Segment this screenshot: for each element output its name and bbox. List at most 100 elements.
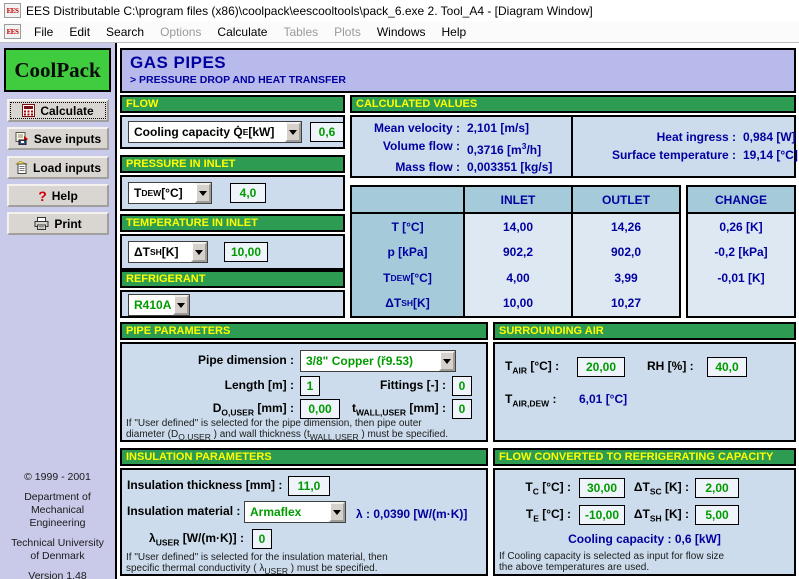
subcooling-input[interactable]: 2,00 (695, 478, 739, 498)
insulation-parameters-panel: Insulation thickness [mm] : 11,0 Insulat… (120, 468, 488, 576)
menu-windows[interactable]: Windows (369, 23, 434, 41)
pipe-parameters-panel: Pipe dimension : 3/8" Copper (ř9.53) Len… (120, 342, 488, 442)
length-input[interactable]: 1 (300, 376, 320, 396)
chevron-down-icon[interactable] (195, 183, 211, 203)
print-icon (34, 217, 49, 230)
evaporating-temperature-label: TE [°C] : (495, 507, 571, 523)
row-label-p: p [kPa] (352, 240, 463, 266)
change-column-header: CHANGE (688, 187, 794, 214)
pressure-variable-select-value: TDEW [°C] (129, 183, 195, 203)
insulation-material-select-value: Armaflex (245, 502, 329, 522)
flow-variable-select[interactable]: Cooling capacity Q̇E [kW] (128, 121, 302, 143)
air-temperature-label: TAIR [°C] : (505, 359, 559, 375)
calculate-button[interactable]: Calculate (7, 99, 109, 122)
pipe-parameters-section-header: PIPE PARAMETERS (120, 322, 488, 340)
page-header: GAS PIPES > PRESSURE DROP AND HEAT TRANS… (120, 48, 796, 93)
calculator-icon (22, 104, 35, 117)
pressure-value-input[interactable]: 4,0 (230, 183, 266, 203)
tdew-outlet-value: 3,99 (571, 265, 679, 291)
row-label-dtsh: ΔTSH [K] (352, 291, 463, 317)
air-dew-point-value: 6,01 [°C] (579, 392, 627, 406)
page-subtitle: > PRESSURE DROP AND HEAT TRANSFER (130, 74, 786, 86)
temperature-inlet-panel: ΔTSH [K] 10,00 (120, 234, 345, 270)
superheat-input[interactable]: 5,00 (695, 505, 739, 525)
calculated-left-column: Mean velocity :2,101 [m/s] Volume flow :… (360, 120, 552, 177)
sidebar: CoolPack Calculate Save inputs Load inpu… (0, 43, 117, 579)
save-inputs-button[interactable]: Save inputs (7, 127, 109, 150)
insulation-thickness-input[interactable]: 11,0 (288, 476, 330, 496)
help-button[interactable]: ? Help (7, 184, 109, 207)
title-bar: EES EES Distributable C:\program files (… (0, 0, 799, 21)
row-label-tdew: TDEW [°C] (352, 265, 463, 291)
volume-flow-value: 0,3716 [m3/h] (460, 138, 541, 160)
print-button-label: Print (54, 217, 81, 231)
condensing-temperature-input[interactable]: 30,00 (579, 478, 625, 498)
relative-humidity-input[interactable]: 40,0 (707, 357, 747, 377)
pipe-dimension-select[interactable]: 3/8" Copper (ř9.53) (300, 350, 456, 372)
row-label-t: T [°C] (352, 214, 463, 240)
flow-variable-select-value: Cooling capacity Q̇E [kW] (129, 122, 285, 142)
help-icon: ? (38, 188, 47, 204)
p-outlet-value: 902,0 (571, 240, 679, 266)
temperature-variable-select[interactable]: ΔTSH [K] (128, 241, 208, 263)
copyright-text: © 1999 - 2001 (0, 471, 115, 484)
flow-converted-note: If Cooling capacity is selected as input… (499, 551, 724, 573)
outer-diameter-label: DO,USER [mm] : (122, 401, 294, 417)
menu-tables: Tables (275, 23, 326, 41)
user-conductivity-input[interactable]: 0 (252, 529, 272, 549)
mass-flow-value: 0,003351 [kg/s] (460, 159, 552, 177)
tdew-change-value: -0,01 [K] (688, 265, 794, 291)
inlet-column-header: INLET (463, 187, 571, 214)
coolpack-logo: CoolPack (4, 48, 111, 92)
air-dew-point-label: TAIR,DEW : (505, 392, 557, 408)
chevron-down-icon[interactable] (439, 351, 455, 371)
surface-temperature-label: Surface temperature : (584, 147, 736, 165)
chevron-down-icon[interactable] (173, 295, 189, 315)
insulation-material-label: Insulation material : (127, 504, 240, 518)
menu-calculate[interactable]: Calculate (209, 23, 275, 41)
ees-document-icon: EES (4, 24, 21, 39)
surface-temperature-value: 19,14 [°C] (736, 147, 798, 165)
mass-flow-label: Mass flow : (360, 159, 460, 177)
chevron-down-icon[interactable] (285, 122, 301, 142)
subcooling-label: ΔTSC [K] : (627, 480, 689, 496)
flow-value-input[interactable]: 0,6 (310, 122, 344, 142)
menu-search[interactable]: Search (98, 23, 152, 41)
outlet-column-header: OUTLET (571, 187, 679, 214)
load-inputs-button[interactable]: Load inputs (7, 156, 109, 179)
university-text: Technical University of Denmark (0, 537, 115, 563)
window-title: EES Distributable C:\program files (x86)… (26, 4, 593, 18)
dtsh-change-value (688, 291, 794, 317)
fittings-input[interactable]: 0 (452, 376, 472, 396)
pressure-variable-select[interactable]: TDEW [°C] (128, 182, 212, 204)
save-inputs-button-label: Save inputs (34, 132, 101, 146)
temperature-value-input[interactable]: 10,00 (224, 242, 268, 262)
surrounding-air-panel: TAIR [°C] : 20,00 RH [%] : 40,0 TAIR,DEW… (493, 342, 796, 442)
menu-edit[interactable]: Edit (61, 23, 98, 41)
evaporating-temperature-input[interactable]: -10,00 (579, 505, 625, 525)
print-button[interactable]: Print (7, 212, 109, 235)
calculate-button-label: Calculate (40, 104, 93, 118)
chevron-down-icon[interactable] (191, 242, 207, 262)
tdew-inlet-value: 4,00 (463, 265, 571, 291)
wall-thickness-input[interactable]: 0 (452, 399, 472, 419)
department-text: Department of Mechanical Engineering (0, 491, 115, 530)
menu-plots: Plots (326, 23, 369, 41)
dtsh-outlet-value: 10,27 (571, 291, 679, 317)
t-outlet-value: 14,26 (571, 214, 679, 240)
p-inlet-value: 902,2 (463, 240, 571, 266)
t-inlet-value: 14,00 (463, 214, 571, 240)
insulation-material-select[interactable]: Armaflex (244, 501, 346, 523)
refrigerant-section-header: REFRIGERANT (120, 270, 345, 288)
chevron-down-icon[interactable] (329, 502, 345, 522)
insulation-thickness-label: Insulation thickness [mm] : (127, 478, 282, 492)
save-icon (15, 132, 29, 145)
calculated-right-column: Heat ingress :0,984 [W] Surface temperat… (584, 129, 798, 164)
refrigerant-select[interactable]: R410A (128, 294, 190, 316)
temperature-variable-select-value: ΔTSH [K] (129, 242, 191, 262)
p-change-value: -0,2 [kPa] (688, 240, 794, 266)
menu-file[interactable]: File (26, 23, 61, 41)
user-conductivity-label: λUSER [W/(m·K)] : (132, 531, 244, 547)
menu-help[interactable]: Help (434, 23, 475, 41)
air-temperature-input[interactable]: 20,00 (577, 357, 625, 377)
